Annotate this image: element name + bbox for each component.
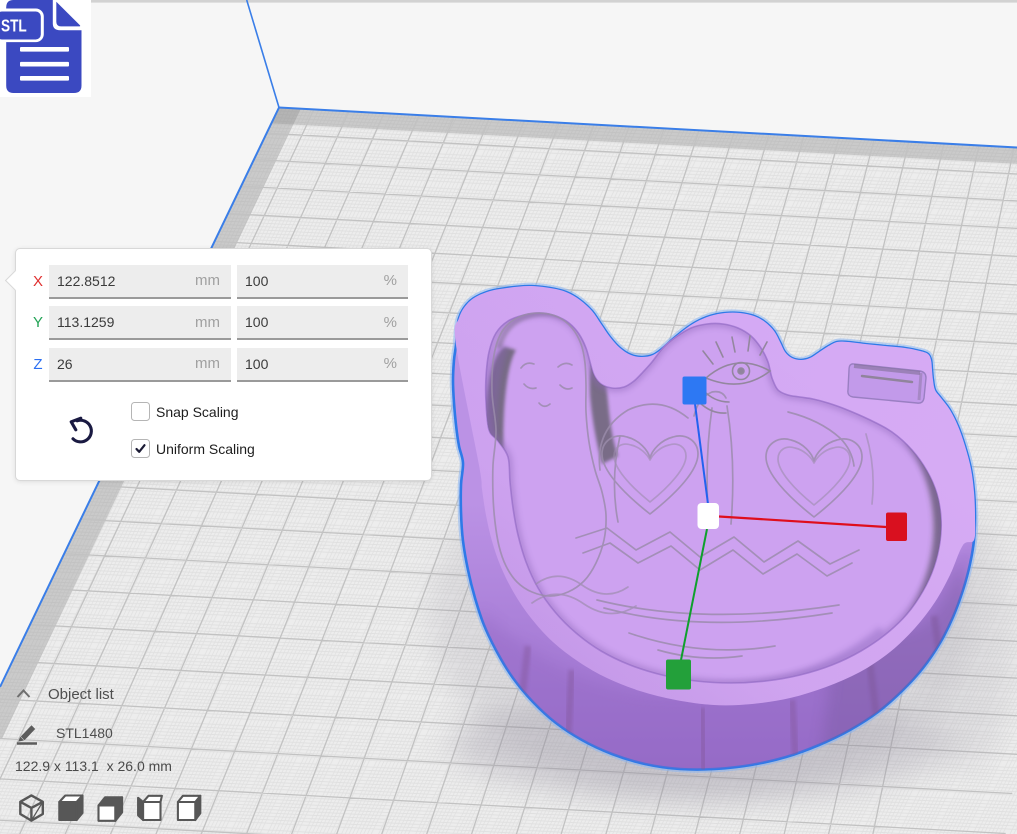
svg-text:STL: STL	[1, 17, 27, 36]
